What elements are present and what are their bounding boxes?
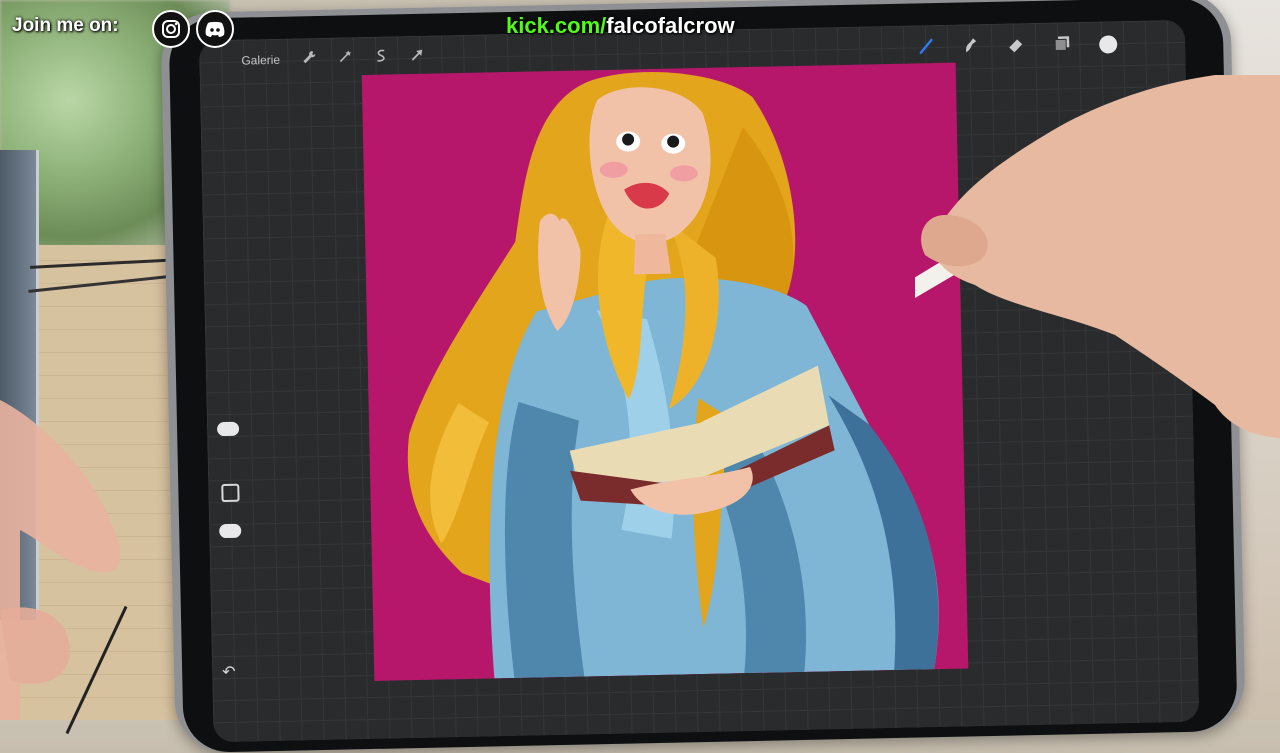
kick-domain: kick.com/: [506, 13, 607, 38]
opacity-slider[interactable]: [219, 523, 242, 539]
modify-button[interactable]: [221, 483, 240, 503]
kick-channel-link[interactable]: kick.com/falcofalcrow: [506, 13, 735, 39]
kick-username: falcofalcrow: [606, 13, 735, 38]
undo-icon[interactable]: ↶: [222, 662, 236, 682]
drawing-canvas[interactable]: [361, 62, 969, 681]
layers-icon[interactable]: [1051, 34, 1073, 56]
color-icon[interactable]: [1097, 33, 1119, 55]
selection-icon[interactable]: [371, 48, 391, 68]
join-label: Join me on:: [12, 15, 119, 36]
transform-arrow-icon[interactable]: [407, 48, 427, 68]
wrench-icon[interactable]: [299, 50, 319, 70]
procreate-sidebar: ↶: [205, 339, 256, 682]
magic-wand-icon[interactable]: [335, 49, 355, 69]
instagram-icon[interactable]: [152, 10, 190, 48]
illustration: [407, 72, 939, 679]
discord-icon[interactable]: [196, 10, 234, 48]
hand-with-pencil: [820, 55, 1280, 455]
left-hand: [0, 380, 140, 720]
brush-size-slider[interactable]: [216, 421, 240, 437]
gallery-button[interactable]: Galerie: [241, 53, 280, 68]
